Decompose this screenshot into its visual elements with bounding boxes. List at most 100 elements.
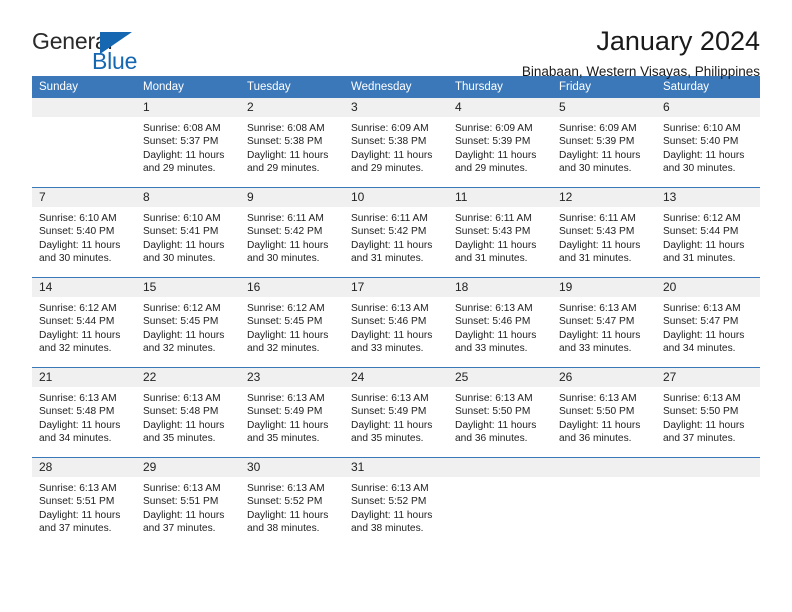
sunset-text: Sunset: 5:46 PM <box>455 316 531 328</box>
sunset-text: Sunset: 5:42 PM <box>247 226 323 238</box>
calendar-day-cell[interactable]: 4 Sunrise: 6:09 AM Sunset: 5:39 PM Daylight… <box>448 98 552 188</box>
sunset-text: Sunset: 5:44 PM <box>39 316 115 328</box>
day-info: Sunrise: 6:13 AM Sunset: 5:49 PM Daylight:… <box>240 387 344 446</box>
sunrise-text: Sunrise: 6:13 AM <box>351 393 429 404</box>
calendar-day-cell[interactable] <box>656 457 760 547</box>
calendar-day-cell[interactable]: 22 Sunrise: 6:13 AM Sunset: 5:48 PM Dayligh… <box>136 367 240 458</box>
day-cell-inner: 30 Sunrise: 6:13 AM Sunset: 5:52 PM Dayligh… <box>240 458 344 547</box>
calendar-day-cell[interactable]: 18 Sunrise: 6:13 AM Sunset: 5:46 PM Dayligh… <box>448 277 552 368</box>
daylight-text-line2: and 34 minutes. <box>663 343 736 355</box>
day-info: Sunrise: 6:13 AM Sunset: 5:49 PM Daylight:… <box>344 387 448 446</box>
day-number <box>552 458 656 477</box>
sunrise-text: Sunrise: 6:09 AM <box>559 123 637 134</box>
calendar-day-cell[interactable]: 10 Sunrise: 6:11 AM Sunset: 5:42 PM Dayligh… <box>344 187 448 278</box>
calendar-day-cell[interactable]: 8 Sunrise: 6:10 AM Sunset: 5:41 PM Daylight… <box>136 187 240 278</box>
daylight-text-line1: Daylight: 11 hours <box>559 329 641 341</box>
sunrise-text: Sunrise: 6:13 AM <box>559 303 637 314</box>
day-info: Sunrise: 6:08 AM Sunset: 5:37 PM Daylight:… <box>136 117 240 176</box>
calendar-day-cell[interactable]: 6 Sunrise: 6:10 AM Sunset: 5:40 PM Daylight… <box>656 98 760 188</box>
day-cell-inner: 11 Sunrise: 6:11 AM Sunset: 5:43 PM Dayligh… <box>448 188 552 277</box>
sunrise-text: Sunrise: 6:09 AM <box>351 123 429 134</box>
calendar-day-cell[interactable]: 19 Sunrise: 6:13 AM Sunset: 5:47 PM Dayligh… <box>552 277 656 368</box>
sunset-text: Sunset: 5:50 PM <box>663 406 739 418</box>
day-cell-inner: 3 Sunrise: 6:09 AM Sunset: 5:38 PM Daylight… <box>344 98 448 187</box>
day-info: Sunrise: 6:10 AM Sunset: 5:40 PM Daylight:… <box>656 117 760 176</box>
daylight-text-line1: Daylight: 11 hours <box>143 329 225 341</box>
day-info: Sunrise: 6:12 AM Sunset: 5:44 PM Daylight:… <box>656 207 760 266</box>
day-cell-inner: 15 Sunrise: 6:12 AM Sunset: 5:45 PM Dayligh… <box>136 278 240 367</box>
day-info: Sunrise: 6:13 AM Sunset: 5:46 PM Daylight:… <box>344 297 448 356</box>
calendar-day-cell[interactable] <box>552 457 656 547</box>
sunrise-text: Sunrise: 6:13 AM <box>663 303 741 314</box>
column-header-wednesday: Wednesday <box>344 76 448 98</box>
calendar-day-cell[interactable]: 9 Sunrise: 6:11 AM Sunset: 5:42 PM Daylight… <box>240 187 344 278</box>
calendar-day-cell[interactable]: 26 Sunrise: 6:13 AM Sunset: 5:50 PM Dayligh… <box>552 367 656 458</box>
daylight-text-line2: and 37 minutes. <box>143 523 216 535</box>
day-number: 3 <box>344 98 448 117</box>
calendar-day-cell[interactable]: 3 Sunrise: 6:09 AM Sunset: 5:38 PM Daylight… <box>344 98 448 188</box>
calendar-day-cell[interactable]: 25 Sunrise: 6:13 AM Sunset: 5:50 PM Dayligh… <box>448 367 552 458</box>
sunrise-text: Sunrise: 6:13 AM <box>351 483 429 494</box>
calendar-day-cell[interactable] <box>32 98 136 188</box>
day-cell-inner: 13 Sunrise: 6:12 AM Sunset: 5:44 PM Dayligh… <box>656 188 760 277</box>
calendar-day-cell[interactable]: 16 Sunrise: 6:12 AM Sunset: 5:45 PM Dayligh… <box>240 277 344 368</box>
day-number: 29 <box>136 458 240 477</box>
sunset-text: Sunset: 5:46 PM <box>351 316 427 328</box>
calendar-day-cell[interactable]: 27 Sunrise: 6:13 AM Sunset: 5:50 PM Dayligh… <box>656 367 760 458</box>
sunset-text: Sunset: 5:51 PM <box>39 496 115 508</box>
daylight-text-line2: and 29 minutes. <box>351 163 424 175</box>
calendar-day-cell[interactable] <box>448 457 552 547</box>
logo-general-blue[interactable]: General Blue <box>32 26 182 82</box>
day-info: Sunrise: 6:09 AM Sunset: 5:39 PM Daylight:… <box>552 117 656 176</box>
calendar-day-cell[interactable]: 24 Sunrise: 6:13 AM Sunset: 5:49 PM Dayligh… <box>344 367 448 458</box>
daylight-text-line2: and 35 minutes. <box>143 433 216 445</box>
day-info: Sunrise: 6:13 AM Sunset: 5:48 PM Daylight:… <box>136 387 240 446</box>
daylight-text-line1: Daylight: 11 hours <box>663 149 745 161</box>
calendar-day-cell[interactable]: 28 Sunrise: 6:13 AM Sunset: 5:51 PM Dayligh… <box>32 457 136 547</box>
daylight-text-line1: Daylight: 11 hours <box>559 419 641 431</box>
calendar-day-cell[interactable]: 31 Sunrise: 6:13 AM Sunset: 5:52 PM Dayligh… <box>344 457 448 547</box>
day-number: 8 <box>136 188 240 207</box>
sunrise-text: Sunrise: 6:13 AM <box>247 393 325 404</box>
sunrise-text: Sunrise: 6:10 AM <box>143 213 221 224</box>
day-number: 7 <box>32 188 136 207</box>
day-info: Sunrise: 6:11 AM Sunset: 5:42 PM Daylight:… <box>240 207 344 266</box>
day-cell-inner <box>552 458 656 547</box>
calendar-day-cell[interactable]: 17 Sunrise: 6:13 AM Sunset: 5:46 PM Dayligh… <box>344 277 448 368</box>
day-cell-inner: 20 Sunrise: 6:13 AM Sunset: 5:47 PM Dayligh… <box>656 278 760 367</box>
daylight-text-line2: and 32 minutes. <box>143 343 216 355</box>
daylight-text-line2: and 38 minutes. <box>351 523 424 535</box>
calendar-day-cell[interactable]: 23 Sunrise: 6:13 AM Sunset: 5:49 PM Dayligh… <box>240 367 344 458</box>
daylight-text-line2: and 38 minutes. <box>247 523 320 535</box>
calendar-day-cell[interactable]: 7 Sunrise: 6:10 AM Sunset: 5:40 PM Daylight… <box>32 187 136 278</box>
day-info: Sunrise: 6:11 AM Sunset: 5:43 PM Daylight:… <box>552 207 656 266</box>
sunset-text: Sunset: 5:52 PM <box>351 496 427 508</box>
calendar-day-cell[interactable]: 29 Sunrise: 6:13 AM Sunset: 5:51 PM Dayligh… <box>136 457 240 547</box>
day-cell-inner: 16 Sunrise: 6:12 AM Sunset: 5:45 PM Dayligh… <box>240 278 344 367</box>
calendar-day-cell[interactable]: 30 Sunrise: 6:13 AM Sunset: 5:52 PM Dayligh… <box>240 457 344 547</box>
daylight-text-line1: Daylight: 11 hours <box>351 149 433 161</box>
calendar-day-cell[interactable]: 1 Sunrise: 6:08 AM Sunset: 5:37 PM Daylight… <box>136 98 240 188</box>
day-info: Sunrise: 6:13 AM Sunset: 5:50 PM Daylight:… <box>656 387 760 446</box>
daylight-text-line2: and 30 minutes. <box>247 253 320 265</box>
day-cell-inner <box>448 458 552 547</box>
day-info: Sunrise: 6:13 AM Sunset: 5:52 PM Daylight:… <box>344 477 448 536</box>
calendar-day-cell[interactable]: 14 Sunrise: 6:12 AM Sunset: 5:44 PM Dayligh… <box>32 277 136 368</box>
calendar-day-cell[interactable]: 15 Sunrise: 6:12 AM Sunset: 5:45 PM Dayligh… <box>136 277 240 368</box>
daylight-text-line2: and 37 minutes. <box>39 523 112 535</box>
day-number: 17 <box>344 278 448 297</box>
calendar-day-cell[interactable]: 2 Sunrise: 6:08 AM Sunset: 5:38 PM Daylight… <box>240 98 344 188</box>
calendar-day-cell[interactable]: 5 Sunrise: 6:09 AM Sunset: 5:39 PM Daylight… <box>552 98 656 188</box>
day-cell-inner: 21 Sunrise: 6:13 AM Sunset: 5:48 PM Dayligh… <box>32 368 136 457</box>
calendar-day-cell[interactable]: 11 Sunrise: 6:11 AM Sunset: 5:43 PM Dayligh… <box>448 187 552 278</box>
day-info: Sunrise: 6:11 AM Sunset: 5:43 PM Daylight:… <box>448 207 552 266</box>
sunset-text: Sunset: 5:38 PM <box>247 136 323 148</box>
calendar-day-cell[interactable]: 12 Sunrise: 6:11 AM Sunset: 5:43 PM Dayligh… <box>552 187 656 278</box>
day-number <box>448 458 552 477</box>
daylight-text-line2: and 36 minutes. <box>559 433 632 445</box>
calendar-day-cell[interactable]: 21 Sunrise: 6:13 AM Sunset: 5:48 PM Dayligh… <box>32 367 136 458</box>
calendar-day-cell[interactable]: 13 Sunrise: 6:12 AM Sunset: 5:44 PM Dayligh… <box>656 187 760 278</box>
calendar-day-cell[interactable]: 20 Sunrise: 6:13 AM Sunset: 5:47 PM Dayligh… <box>656 277 760 368</box>
sunrise-text: Sunrise: 6:12 AM <box>39 303 117 314</box>
daylight-text-line2: and 32 minutes. <box>247 343 320 355</box>
